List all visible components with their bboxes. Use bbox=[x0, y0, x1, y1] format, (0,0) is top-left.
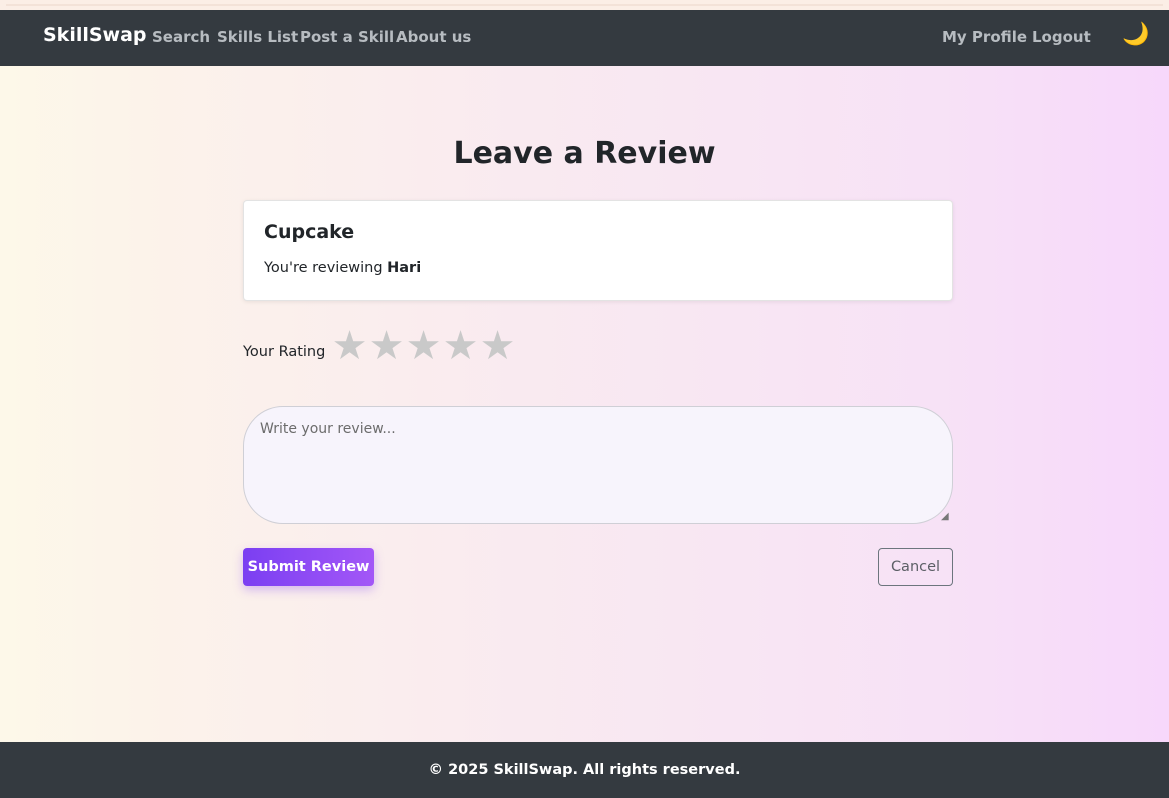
top-strip-line bbox=[6, 4, 1163, 6]
star-icon[interactable]: ★ bbox=[331, 325, 368, 367]
footer-copyright: © 2025 SkillSwap. All rights reserved. bbox=[428, 762, 741, 778]
moon-icon[interactable]: 🌙 bbox=[1122, 22, 1149, 47]
star-icon[interactable]: ★ bbox=[479, 325, 516, 367]
skill-name: Cupcake bbox=[264, 221, 355, 243]
nav-link-about-us[interactable]: About us bbox=[396, 28, 471, 46]
cancel-button[interactable]: Cancel bbox=[878, 548, 953, 586]
nav-link-skills-list[interactable]: Skills List bbox=[217, 28, 298, 46]
rating-label: Your Rating bbox=[243, 344, 326, 360]
star-icon[interactable]: ★ bbox=[368, 325, 405, 367]
main-content: Leave a Review Cupcake You're reviewing … bbox=[0, 66, 1169, 742]
page-title: Leave a Review bbox=[453, 136, 716, 171]
top-strip bbox=[0, 0, 1169, 10]
nav-link-post-a-skill[interactable]: Post a Skill bbox=[300, 28, 394, 46]
nav-link-search[interactable]: Search bbox=[152, 28, 210, 46]
reviewing-prefix: You're reviewing bbox=[264, 260, 383, 276]
reviewee-name: Hari bbox=[387, 260, 422, 276]
resize-grip-icon[interactable]: ◢ bbox=[941, 512, 951, 522]
review-textarea[interactable] bbox=[243, 406, 953, 524]
star-icon[interactable]: ★ bbox=[442, 325, 479, 367]
star-icon[interactable]: ★ bbox=[405, 325, 442, 367]
navbar: SkillSwap Search Skills List Post a Skil… bbox=[0, 10, 1169, 66]
star-rating: ★ ★ ★ ★ ★ bbox=[331, 325, 516, 369]
brand-logo[interactable]: SkillSwap bbox=[43, 24, 147, 46]
submit-review-button[interactable]: Submit Review bbox=[243, 548, 374, 586]
review-target-card: Cupcake You're reviewing Hari bbox=[243, 200, 953, 301]
nav-link-logout[interactable]: Logout bbox=[1032, 28, 1091, 46]
reviewing-text: You're reviewing Hari bbox=[264, 260, 421, 276]
nav-link-my-profile[interactable]: My Profile bbox=[942, 28, 1027, 46]
footer: © 2025 SkillSwap. All rights reserved. bbox=[0, 742, 1169, 798]
